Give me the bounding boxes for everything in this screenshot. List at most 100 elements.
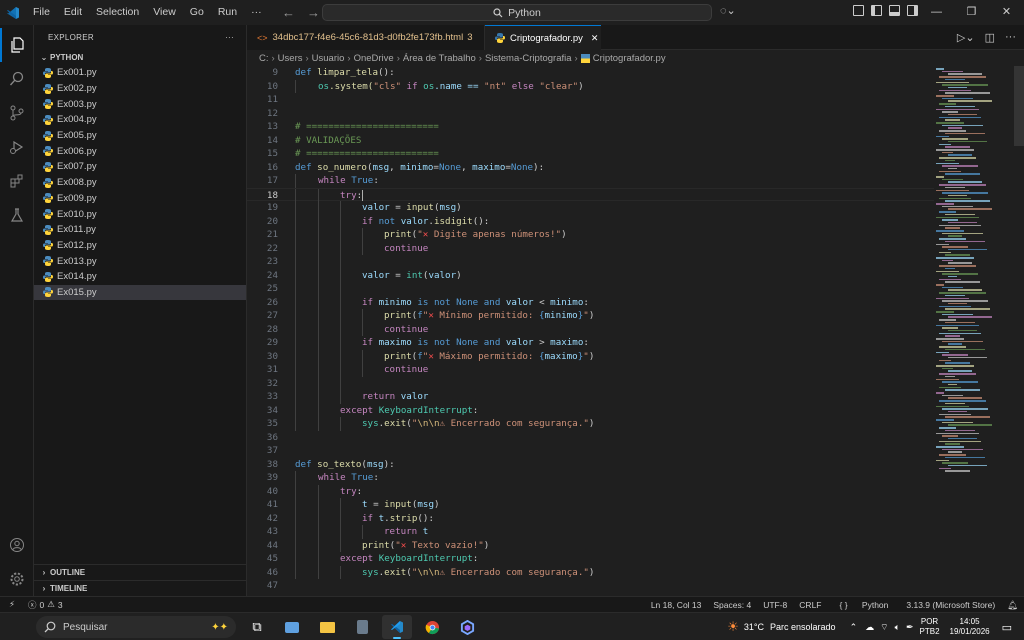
vscode-taskbar-icon[interactable] (382, 615, 412, 639)
chevron-up-icon[interactable]: ⌃ (850, 622, 858, 633)
menu-edit[interactable]: Edit (57, 0, 89, 25)
python-file-icon (42, 224, 53, 235)
code-comment: # VALIDAÇÕES (295, 134, 362, 146)
breadcrumb-item[interactable]: OneDrive (354, 53, 394, 64)
code-token: minimo (550, 296, 584, 308)
menu-go[interactable]: Go (183, 0, 211, 25)
code-token: limpar_tela (317, 67, 379, 78)
task-view-icon[interactable]: ⧉ (242, 615, 272, 639)
run-python-file-icon[interactable]: ▷⌄ (957, 31, 975, 44)
back-arrow-icon[interactable]: ← (282, 5, 295, 20)
line-number: 31 (266, 364, 278, 375)
breadcrumb-item[interactable]: Usuario (312, 53, 345, 64)
account-icon[interactable] (0, 528, 34, 562)
code-editor[interactable]: 9 def limpar_tela(): 10 os.system("cls" if… (247, 66, 934, 596)
volume-icon[interactable]: 🔈︎ (895, 622, 900, 633)
weather-icon[interactable]: ☀ (727, 619, 739, 635)
menu-selection[interactable]: Selection (89, 0, 146, 25)
line-number: 16 (266, 161, 278, 173)
notifications-bell-icon[interactable]: 🔔︎ (1001, 600, 1024, 611)
weather-desc[interactable]: Parc ensolarado (770, 622, 836, 632)
encoding[interactable]: UTF-8 (757, 600, 793, 610)
search-view-icon[interactable] (0, 62, 34, 96)
outline-section[interactable]: › OUTLINE (34, 564, 247, 580)
file-item[interactable]: Ex009.py (34, 191, 246, 207)
run-debug-icon[interactable] (0, 130, 34, 164)
forward-arrow-icon[interactable]: → (307, 5, 320, 20)
menu-run[interactable]: Run (211, 0, 244, 25)
cursor-position[interactable]: Ln 18, Col 13 (645, 600, 708, 610)
language-mode[interactable]: { } Python (828, 600, 901, 610)
chrome-icon[interactable] (417, 615, 447, 639)
file-item[interactable]: Ex001.py (34, 65, 246, 81)
testing-icon[interactable] (0, 198, 34, 232)
restore-button[interactable]: ❐ (954, 0, 989, 25)
file-item[interactable]: Ex003.py (34, 96, 246, 112)
widgets-icon[interactable] (277, 615, 307, 639)
file-item[interactable]: Ex007.py (34, 159, 246, 175)
code-token: .name == (434, 80, 485, 92)
end-of-line[interactable]: CRLF (793, 600, 827, 610)
menu-more[interactable]: ··· (244, 0, 269, 25)
weather-temp[interactable]: 31°C (744, 622, 764, 632)
breadcrumb-item[interactable]: Sistema-Criptografia (485, 53, 572, 64)
app-hexagon-icon[interactable] (452, 615, 482, 639)
timeline-section[interactable]: › TIMELINE (34, 580, 247, 596)
onedrive-icon[interactable]: ☁ (865, 622, 874, 633)
explorer-icon[interactable] (0, 28, 34, 62)
problems-indicator[interactable]: ⓧ 0 ⚠ 3 (24, 599, 67, 611)
file-item[interactable]: Ex008.py (34, 175, 246, 191)
copilot-icon[interactable]: ◌⌄ (720, 4, 736, 17)
tab-criptografador[interactable]: Criptografador.py ✕ (485, 25, 601, 50)
menu-file[interactable]: File (26, 0, 57, 25)
breadcrumb-item[interactable]: Users (278, 53, 303, 64)
python-file-icon (42, 83, 53, 94)
language-indicator[interactable]: POR PTB2 (920, 617, 940, 637)
warning-icon: ⚠ (47, 599, 55, 609)
minimap[interactable] (934, 66, 1010, 596)
taskbar-search[interactable]: Pesquisar ✦✦ (36, 616, 236, 638)
file-explorer-icon[interactable] (312, 615, 342, 639)
file-item[interactable]: Ex002.py (34, 81, 246, 97)
network-icon[interactable]: ⌔ (880, 622, 888, 633)
breadcrumb-item[interactable]: Área de Trabalho (403, 53, 476, 64)
code-token: valor (428, 269, 457, 281)
file-item[interactable]: Ex013.py (34, 253, 246, 269)
minimize-button[interactable]: — (919, 0, 954, 25)
command-center-search[interactable]: Python (322, 4, 712, 21)
scrollbar-thumb[interactable] (1014, 66, 1024, 146)
breadcrumb-item[interactable]: C: (259, 53, 269, 64)
calculator-icon[interactable] (347, 615, 377, 639)
folder-header[interactable]: ⌄ PYTHON (34, 49, 246, 65)
source-control-icon[interactable] (0, 96, 34, 130)
tab-html-file[interactable]: <> 34dbc177-f4e6-45c6-81d3-d0fb2fe173fb.… (247, 25, 485, 50)
layout-customize-icon[interactable] (853, 5, 864, 16)
toggle-panel-icon[interactable] (889, 5, 900, 16)
file-item[interactable]: Ex004.py (34, 112, 246, 128)
folder-name: PYTHON (50, 52, 84, 62)
file-item[interactable]: Ex006.py (34, 143, 246, 159)
close-window-button[interactable]: ✕ (989, 0, 1024, 25)
settings-gear-icon[interactable] (0, 562, 34, 596)
python-interpreter[interactable]: 3.13.9 (Microsoft Store) (900, 600, 1001, 610)
indentation[interactable]: Spaces: 4 (707, 600, 757, 610)
notification-center-icon[interactable]: ▭ (1002, 621, 1012, 634)
clock[interactable]: 14:05 19/01/2026 (950, 617, 990, 637)
menu-view[interactable]: View (146, 0, 183, 25)
split-editor-icon[interactable]: ◫ (985, 31, 995, 44)
file-item[interactable]: Ex010.py (34, 206, 246, 222)
extensions-icon[interactable] (0, 164, 34, 198)
more-actions-icon[interactable]: ··· (1005, 31, 1016, 44)
file-item[interactable]: Ex014.py (34, 269, 246, 285)
file-item[interactable]: Ex011.py (34, 222, 246, 238)
breadcrumb-item[interactable]: Criptografador.py (593, 53, 666, 64)
toggle-sidebar-icon[interactable] (871, 5, 882, 16)
explorer-more-button[interactable]: ··· (225, 33, 234, 42)
pen-icon[interactable]: ✒ (906, 622, 914, 633)
file-item[interactable]: Ex015.py (34, 284, 246, 301)
remote-indicator-icon[interactable]: ⚡ (0, 599, 24, 610)
file-item[interactable]: Ex005.py (34, 128, 246, 144)
file-item[interactable]: Ex012.py (34, 238, 246, 254)
toggle-secondary-sidebar-icon[interactable] (907, 5, 918, 16)
tab-close-icon[interactable]: ✕ (591, 33, 599, 44)
